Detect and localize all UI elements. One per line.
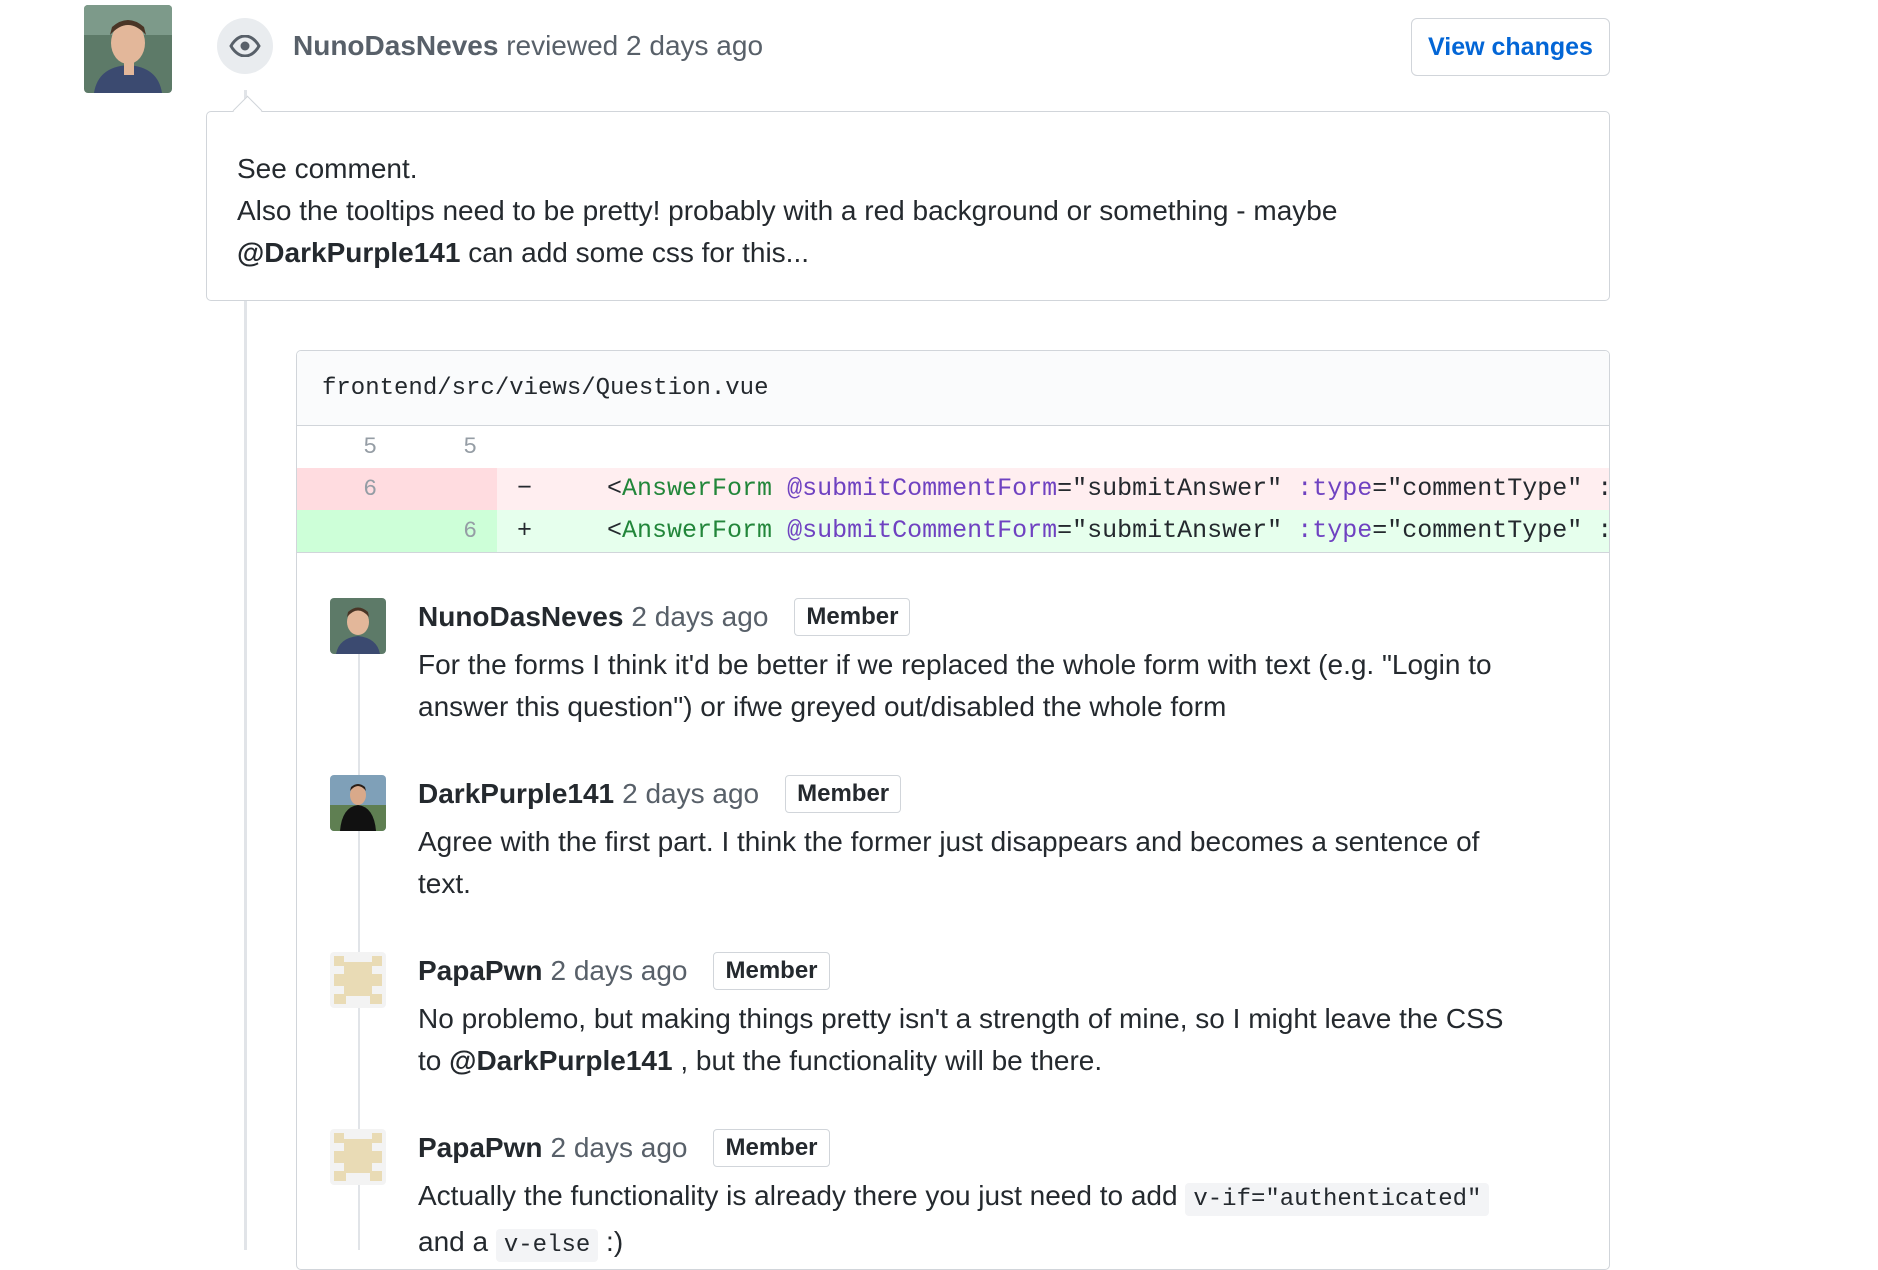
review-author[interactable]: NunoDasNeves	[293, 30, 498, 61]
new-line-number[interactable]: 6	[397, 510, 477, 552]
code-line: − <AnswerForm @submitCommentForm="submitA…	[517, 468, 1609, 510]
review-body-line3: @DarkPurple141 can add some css for this…	[237, 237, 810, 268]
file-path[interactable]: frontend/src/views/Question.vue	[297, 351, 1609, 426]
avatar[interactable]	[330, 598, 386, 654]
avatar[interactable]	[330, 1129, 386, 1185]
comment-body: Agree with the first part. I think the f…	[418, 826, 1480, 899]
comment-time[interactable]: 2 days ago	[631, 601, 768, 633]
old-line-number[interactable]: 5	[297, 426, 377, 468]
comment-header: DarkPurple141 2 days ago Member	[418, 775, 902, 813]
mention-link[interactable]: @DarkPurple141	[237, 237, 460, 268]
member-badge: Member	[794, 598, 911, 636]
comment-time[interactable]: 2 days ago	[622, 778, 759, 810]
comment-header: NunoDasNeves 2 days ago Member	[418, 598, 911, 636]
comment-body: For the forms I think it'd be better if …	[418, 649, 1492, 722]
comment-time[interactable]: 2 days ago	[550, 955, 687, 987]
new-line-number[interactable]: 5	[397, 426, 477, 468]
review-body-line2: Also the tooltips need to be pretty! pro…	[237, 195, 1338, 226]
inline-code: v-if="authenticated"	[1185, 1183, 1490, 1216]
review-header: NunoDasNeves reviewed 2 days ago	[293, 30, 763, 62]
mention-link[interactable]: @DarkPurple141	[449, 1045, 672, 1076]
comment-body: Actually the functionality is already th…	[418, 1175, 1490, 1267]
member-badge: Member	[713, 952, 830, 990]
diff-row-deletion: 6 − <AnswerForm @submitCommentForm="submi…	[297, 468, 1609, 510]
comment-header: PapaPwn 2 days ago Member	[418, 1129, 830, 1167]
reviewer-avatar[interactable]	[84, 5, 172, 93]
comment-body: No problemo, but making things pretty is…	[418, 1003, 1504, 1076]
avatar[interactable]	[330, 952, 386, 1008]
diff-sign: +	[517, 516, 533, 545]
old-line-number[interactable]: 6	[297, 468, 377, 510]
review-body-text: See comment. Also the tooltips need to b…	[237, 148, 1337, 274]
comment-time[interactable]: 2 days ago	[550, 1132, 687, 1164]
review-body-line1: See comment.	[237, 153, 418, 184]
comment-author[interactable]: PapaPwn	[418, 955, 542, 987]
avatar[interactable]	[330, 775, 386, 831]
inline-code: v-else	[495, 1229, 599, 1262]
diff-row-context: 5 5	[297, 426, 1609, 468]
member-badge: Member	[785, 775, 902, 813]
review-action: reviewed	[506, 30, 619, 61]
member-badge: Member	[713, 1129, 830, 1167]
comment-header: PapaPwn 2 days ago Member	[418, 952, 830, 990]
eye-icon	[217, 18, 273, 74]
comment-author[interactable]: NunoDasNeves	[418, 601, 623, 633]
review-time[interactable]: 2 days ago	[626, 30, 763, 61]
diff-row-addition: 6 + <AnswerForm @submitCommentForm="submi…	[297, 510, 1609, 553]
code-line: + <AnswerForm @submitCommentForm="submitA…	[517, 510, 1609, 552]
comment-author[interactable]: DarkPurple141	[418, 778, 614, 810]
diff-sign: −	[517, 474, 533, 503]
view-changes-button[interactable]: View changes	[1411, 18, 1610, 76]
comment-author[interactable]: PapaPwn	[418, 1132, 542, 1164]
